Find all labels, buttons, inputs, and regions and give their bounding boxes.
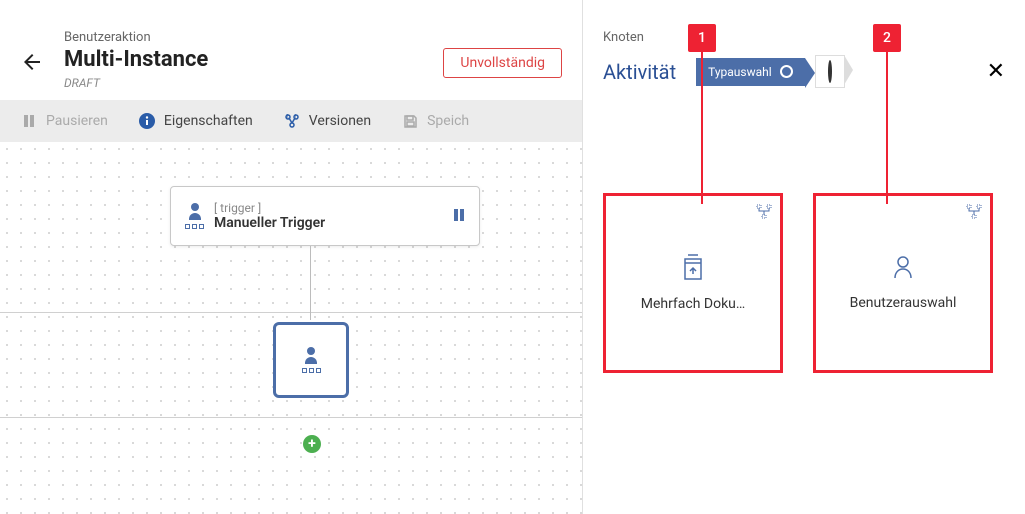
workflow-editor-panel: Benutzeraktion Multi-Instance DRAFT Unvo… <box>0 0 582 514</box>
svg-text:2: 2 <box>286 114 289 120</box>
header-info: Benutzeraktion Multi-Instance DRAFT <box>64 30 443 90</box>
panel-supertitle: Knoten <box>603 30 1005 45</box>
document-upload-icon <box>682 254 704 284</box>
lane-divider <box>0 312 582 313</box>
versions-label: Versionen <box>309 113 371 129</box>
back-button[interactable] <box>20 50 44 74</box>
card-user-selection[interactable]: Benutzerauswahl <box>813 193 993 373</box>
header: Benutzeraktion Multi-Instance DRAFT Unvo… <box>0 0 582 100</box>
properties-label: Eigenschaften <box>164 113 253 129</box>
add-node-button[interactable] <box>303 435 321 453</box>
step-indicator-icon <box>828 60 832 83</box>
properties-button[interactable]: Eigenschaften <box>138 112 253 130</box>
close-button[interactable]: ✕ <box>987 59 1005 84</box>
pause-icon <box>20 112 38 130</box>
trigger-tag: [ trigger ] <box>214 201 325 215</box>
step-next[interactable] <box>815 55 845 88</box>
save-label: Speich <box>427 113 469 129</box>
toolbar: Pausieren Eigenschaften 21 Versionen Spe… <box>0 100 582 142</box>
trigger-node[interactable]: [ trigger ] Manueller Trigger <box>170 186 480 246</box>
step-indicator-icon <box>780 65 793 78</box>
pause-label: Pausieren <box>46 113 108 129</box>
versions-icon: 21 <box>283 112 301 130</box>
workflow-icon <box>966 204 982 224</box>
save-icon <box>401 112 419 130</box>
info-icon <box>138 112 156 130</box>
user-icon <box>893 255 913 283</box>
svg-text:1: 1 <box>294 114 297 120</box>
header-supertitle: Benutzeraktion <box>64 30 443 45</box>
connector-line <box>310 246 311 320</box>
card-label: Benutzerauswahl <box>838 295 969 311</box>
status-badge[interactable]: Unvollständig <box>443 48 562 78</box>
panel-header: Knoten Aktivität Typauswahl ✕ <box>603 0 1005 88</box>
trigger-name: Manueller Trigger <box>214 215 325 231</box>
versions-button[interactable]: 21 Versionen <box>283 112 371 130</box>
user-action-icon <box>185 203 204 229</box>
step-label: Typauswahl <box>708 65 772 79</box>
pause-button[interactable]: Pausieren <box>20 112 108 130</box>
user-action-icon <box>302 347 321 373</box>
page-title: Multi-Instance <box>64 47 443 72</box>
card-multi-document[interactable]: Mehrfach Doku… <box>603 193 783 373</box>
save-button[interactable]: Speich <box>401 112 469 130</box>
callout-marker-2: 2 <box>873 24 901 52</box>
trigger-text: [ trigger ] Manueller Trigger <box>214 201 325 231</box>
activity-node-selected[interactable] <box>273 322 349 398</box>
workflow-icon <box>756 204 772 224</box>
callout-marker-1: 1 <box>688 24 716 52</box>
workflow-canvas[interactable]: [ trigger ] Manueller Trigger <box>0 142 582 514</box>
callout-line <box>701 52 703 204</box>
lane-divider <box>0 417 582 418</box>
workflow-state: DRAFT <box>64 76 443 90</box>
node-config-panel: Knoten Aktivität Typauswahl ✕ <box>582 0 1025 514</box>
pause-icon <box>453 207 465 226</box>
card-label: Mehrfach Doku… <box>629 296 758 312</box>
callout-line <box>886 52 888 204</box>
step-type-selection[interactable]: Typauswahl <box>696 58 805 86</box>
panel-title: Aktivität <box>603 60 676 84</box>
wizard-stepper: Typauswahl <box>696 55 845 88</box>
type-cards: Mehrfach Doku… Benutzerauswahl <box>603 193 1005 373</box>
